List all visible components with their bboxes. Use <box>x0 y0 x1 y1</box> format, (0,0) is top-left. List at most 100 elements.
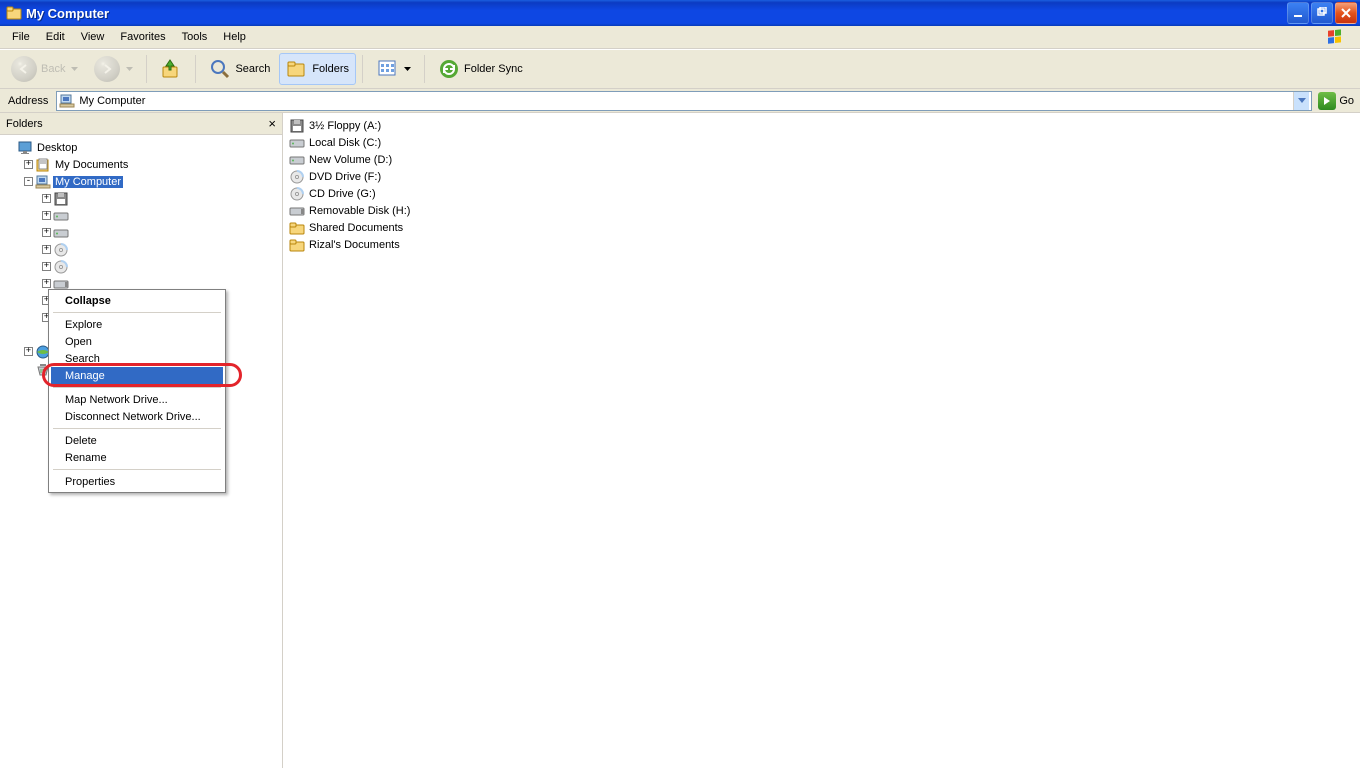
desktop-icon <box>17 140 33 156</box>
drive-item[interactable]: Rizal's Documents <box>287 236 1360 253</box>
drive-item-label: DVD Drive (F:) <box>309 171 381 183</box>
cd-icon <box>289 186 305 202</box>
go-button[interactable]: Go <box>1316 91 1356 111</box>
back-button[interactable]: Back <box>4 53 85 85</box>
menu-edit[interactable]: Edit <box>38 29 73 45</box>
maximize-button[interactable] <box>1311 2 1333 24</box>
tree-item[interactable]: - My Computer <box>4 173 282 190</box>
tree-item-label: My Documents <box>53 159 130 171</box>
drive-item[interactable]: New Volume (D:) <box>287 151 1360 168</box>
context-menu-item[interactable]: Rename <box>51 449 223 466</box>
tree-item-label: My Computer <box>53 176 123 188</box>
tree-item[interactable]: + <box>4 207 282 224</box>
hdd-icon <box>53 225 69 241</box>
drive-item[interactable]: CD Drive (G:) <box>287 185 1360 202</box>
cd-icon <box>53 259 69 275</box>
expand-icon[interactable]: + <box>42 245 51 254</box>
menu-view[interactable]: View <box>73 29 113 45</box>
drive-item-label: Removable Disk (H:) <box>309 205 410 217</box>
collapse-icon[interactable]: - <box>24 177 33 186</box>
address-value: My Computer <box>79 95 1289 107</box>
drive-item[interactable]: Local Disk (C:) <box>287 134 1360 151</box>
expand-icon[interactable]: + <box>42 279 51 288</box>
menu-favorites[interactable]: Favorites <box>112 29 173 45</box>
context-menu-item[interactable]: Manage <box>51 367 223 384</box>
window-title: My Computer <box>26 6 109 21</box>
folders-pane: Folders × Desktop+My Documents-My Comput… <box>0 113 283 768</box>
folders-pane-header: Folders × <box>0 113 282 135</box>
expand-icon[interactable]: + <box>24 347 33 356</box>
windows-flag-icon <box>1326 28 1356 46</box>
context-menu-item[interactable]: Collapse <box>51 292 223 309</box>
context-menu-item[interactable]: Open <box>51 333 223 350</box>
mycomp-icon <box>35 174 51 190</box>
context-menu-item[interactable]: Properties <box>51 473 223 490</box>
folders-pane-close[interactable]: × <box>268 116 276 131</box>
context-menu-item[interactable]: Explore <box>51 316 223 333</box>
menu-tools[interactable]: Tools <box>174 29 216 45</box>
drive-item-label: Rizal's Documents <box>309 239 400 251</box>
forward-button[interactable] <box>87 53 140 85</box>
content-pane[interactable]: 3½ Floppy (A:) Local Disk (C:) New Volume … <box>283 113 1360 768</box>
tree-item[interactable]: Desktop <box>4 139 282 156</box>
addressbar: Address My Computer Go <box>0 89 1360 113</box>
tree-item[interactable]: + <box>4 224 282 241</box>
chevron-down-icon <box>126 66 133 73</box>
expand-icon[interactable]: + <box>24 160 33 169</box>
drive-item[interactable]: 3½ Floppy (A:) <box>287 117 1360 134</box>
address-dropdown[interactable] <box>1293 92 1309 110</box>
minimize-button[interactable] <box>1287 2 1309 24</box>
expand-icon[interactable]: + <box>42 228 51 237</box>
cd-icon <box>53 242 69 258</box>
drive-item-label: New Volume (D:) <box>309 154 392 166</box>
context-menu-item[interactable]: Delete <box>51 432 223 449</box>
toolbar: Back Search Folders Folder Sync <box>0 49 1360 89</box>
drive-item[interactable]: Shared Documents <box>287 219 1360 236</box>
context-menu-item[interactable]: Search <box>51 350 223 367</box>
hdd-icon <box>289 152 305 168</box>
folder-sync-button[interactable]: Folder Sync <box>431 53 530 85</box>
tree-item[interactable]: + <box>4 258 282 275</box>
folders-icon <box>286 58 308 80</box>
folders-button[interactable]: Folders <box>279 53 356 85</box>
usb-icon <box>289 203 305 219</box>
expand-icon[interactable]: + <box>42 211 51 220</box>
folder-icon <box>289 220 305 236</box>
drive-item[interactable]: Removable Disk (H:) <box>287 202 1360 219</box>
forward-arrow-icon <box>94 56 120 82</box>
views-button[interactable] <box>369 53 418 85</box>
context-menu-item[interactable]: Map Network Drive... <box>51 391 223 408</box>
expand-icon[interactable]: + <box>42 262 51 271</box>
drive-item-label: 3½ Floppy (A:) <box>309 120 381 132</box>
address-input[interactable]: My Computer <box>56 91 1312 111</box>
views-icon <box>376 58 398 80</box>
up-folder-icon <box>160 58 182 80</box>
cd-icon <box>289 169 305 185</box>
menu-help[interactable]: Help <box>215 29 254 45</box>
expand-spacer <box>6 143 15 152</box>
go-arrow-icon <box>1318 92 1336 110</box>
close-button[interactable] <box>1335 2 1357 24</box>
up-button[interactable] <box>153 53 189 85</box>
floppy-icon <box>289 118 305 134</box>
context-menu-separator <box>53 469 221 470</box>
tree-item[interactable]: + My Documents <box>4 156 282 173</box>
drive-item[interactable]: DVD Drive (F:) <box>287 168 1360 185</box>
context-menu-separator <box>53 428 221 429</box>
search-icon <box>209 58 231 80</box>
expand-spacer <box>24 364 33 373</box>
folders-pane-title: Folders <box>6 118 43 130</box>
expand-icon[interactable]: + <box>42 194 51 203</box>
search-button[interactable]: Search <box>202 53 277 85</box>
menubar: File Edit View Favorites Tools Help <box>0 26 1360 49</box>
tree-item[interactable]: + <box>4 190 282 207</box>
context-menu-item[interactable]: Disconnect Network Drive... <box>51 408 223 425</box>
floppy-icon <box>53 191 69 207</box>
titlebar: My Computer <box>0 0 1360 26</box>
tree-item-label: Desktop <box>35 142 79 154</box>
hdd-icon <box>53 208 69 224</box>
drive-item-label: Shared Documents <box>309 222 403 234</box>
menu-file[interactable]: File <box>4 29 38 45</box>
chevron-down-icon <box>404 66 411 73</box>
tree-item[interactable]: + <box>4 241 282 258</box>
